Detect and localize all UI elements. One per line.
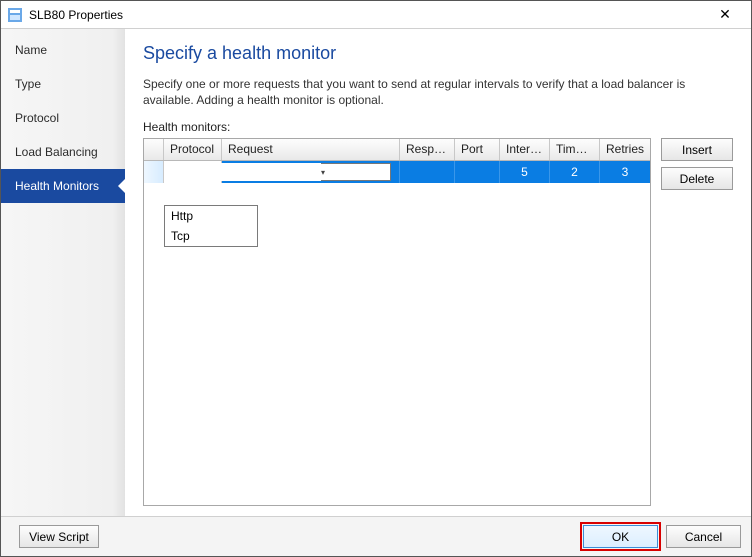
sidebar: Name Type Protocol Load Balancing Health…	[1, 29, 125, 516]
grid-header: Protocol Request Respo... Port Interval …	[144, 139, 650, 161]
protocol-option-tcp[interactable]: Tcp	[165, 226, 257, 246]
health-monitors-label: Health monitors:	[143, 120, 733, 134]
sidebar-item-health-monitors[interactable]: Health Monitors	[1, 169, 125, 203]
cell-response[interactable]	[400, 161, 455, 183]
window-title: SLB80 Properties	[29, 8, 705, 22]
grid-and-buttons: Protocol Request Respo... Port Interval …	[143, 138, 733, 506]
col-header-timeout[interactable]: Time-...	[550, 139, 600, 160]
col-header-protocol[interactable]: Protocol	[164, 139, 222, 160]
dialog-body: Name Type Protocol Load Balancing Health…	[1, 29, 751, 516]
protocol-combobox[interactable]	[166, 163, 321, 181]
cell-retries[interactable]: 3	[600, 161, 650, 183]
sidebar-item-label: Load Balancing	[15, 145, 98, 159]
protocol-option-http[interactable]: Http	[165, 206, 257, 226]
sidebar-item-label: Health Monitors	[15, 179, 99, 193]
grid-body: ▾ 5 2 3 Http	[144, 161, 650, 505]
table-row[interactable]: ▾ 5 2 3	[144, 161, 650, 183]
main-panel: Specify a health monitor Specify one or …	[125, 29, 751, 516]
app-icon	[7, 7, 23, 23]
sidebar-item-load-balancing[interactable]: Load Balancing	[1, 135, 125, 169]
sidebar-item-label: Name	[15, 43, 47, 57]
cell-interval[interactable]: 5	[500, 161, 550, 183]
titlebar: SLB80 Properties ✕	[1, 1, 751, 29]
grid-side-buttons: Insert Delete	[661, 138, 733, 506]
col-header-port[interactable]: Port	[455, 139, 500, 160]
health-monitors-grid: Protocol Request Respo... Port Interval …	[143, 138, 651, 506]
sidebar-item-name[interactable]: Name	[1, 33, 125, 67]
insert-button[interactable]: Insert	[661, 138, 733, 161]
sidebar-item-type[interactable]: Type	[1, 67, 125, 101]
ok-button[interactable]: OK	[583, 525, 658, 548]
close-icon[interactable]: ✕	[705, 6, 745, 23]
dialog-footer: View Script OK Cancel	[1, 516, 751, 556]
chevron-down-icon[interactable]: ▾	[321, 168, 325, 177]
protocol-dropdown[interactable]: Http Tcp	[164, 205, 258, 247]
col-header-response[interactable]: Respo...	[400, 139, 455, 160]
view-script-button[interactable]: View Script	[19, 525, 99, 548]
col-header-retries[interactable]: Retries	[600, 139, 650, 160]
cancel-button[interactable]: Cancel	[666, 525, 741, 548]
delete-button[interactable]: Delete	[661, 167, 733, 190]
sidebar-item-label: Protocol	[15, 111, 59, 125]
cell-protocol[interactable]: ▾	[164, 161, 222, 183]
cell-port[interactable]	[455, 161, 500, 183]
page-description: Specify one or more requests that you wa…	[143, 76, 733, 108]
col-header-interval[interactable]: Interval	[500, 139, 550, 160]
properties-dialog: SLB80 Properties ✕ Name Type Protocol Lo…	[0, 0, 752, 557]
page-title: Specify a health monitor	[143, 43, 733, 64]
row-selector[interactable]	[144, 161, 164, 183]
cell-timeout[interactable]: 2	[550, 161, 600, 183]
sidebar-item-label: Type	[15, 77, 41, 91]
sidebar-item-protocol[interactable]: Protocol	[1, 101, 125, 135]
grid-row-header-spacer	[144, 139, 164, 160]
col-header-request[interactable]: Request	[222, 139, 400, 160]
